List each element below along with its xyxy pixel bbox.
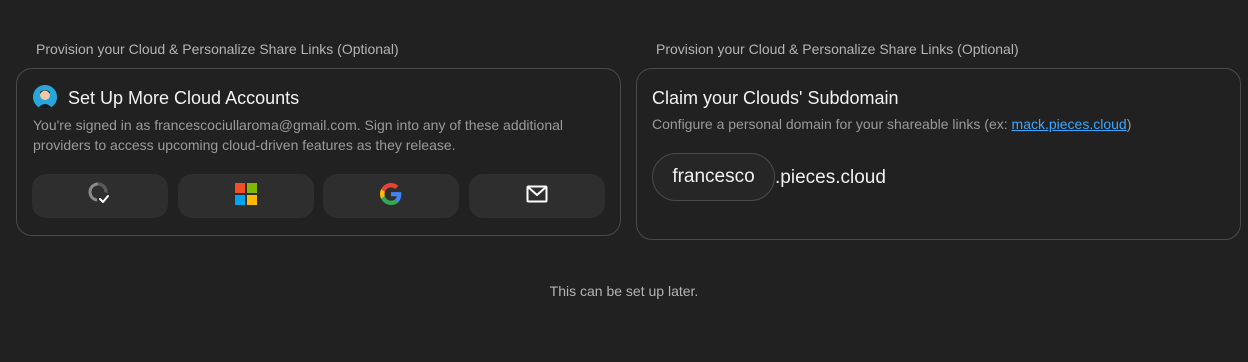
microsoft-icon <box>235 182 257 210</box>
google-connect-button[interactable] <box>323 174 459 218</box>
card-title: Claim your Clouds' Subdomain <box>652 88 899 108</box>
card-description: Configure a personal domain for your sha… <box>652 114 1232 134</box>
description-text: Configure a personal domain for your sha… <box>652 116 1012 132</box>
github-connect-button[interactable] <box>32 174 168 218</box>
card-description: You're signed in as francescociullaroma@… <box>33 117 563 153</box>
google-icon <box>380 182 402 210</box>
subdomain-input[interactable] <box>652 153 775 201</box>
github-icon <box>87 181 113 212</box>
microsoft-connect-button[interactable] <box>178 174 314 218</box>
cloud-accounts-card: Set Up More Cloud Accounts You're signed… <box>16 68 621 236</box>
domain-suffix: .pieces.cloud <box>775 167 886 188</box>
mail-icon <box>526 185 548 208</box>
description-suffix: ) <box>1126 116 1132 132</box>
right-section-label: Provision your Cloud & Personalize Share… <box>656 41 1019 57</box>
example-domain-link[interactable]: mack.pieces.cloud <box>1012 116 1127 132</box>
email-connect-button[interactable] <box>469 174 605 218</box>
avatar <box>33 85 57 109</box>
subdomain-card: Claim your Clouds' Subdomain Configure a… <box>636 68 1241 240</box>
setup-later-note: This can be set up later. <box>549 283 699 299</box>
card-title: Set Up More Cloud Accounts <box>68 88 300 108</box>
left-section-label: Provision your Cloud & Personalize Share… <box>36 41 399 57</box>
